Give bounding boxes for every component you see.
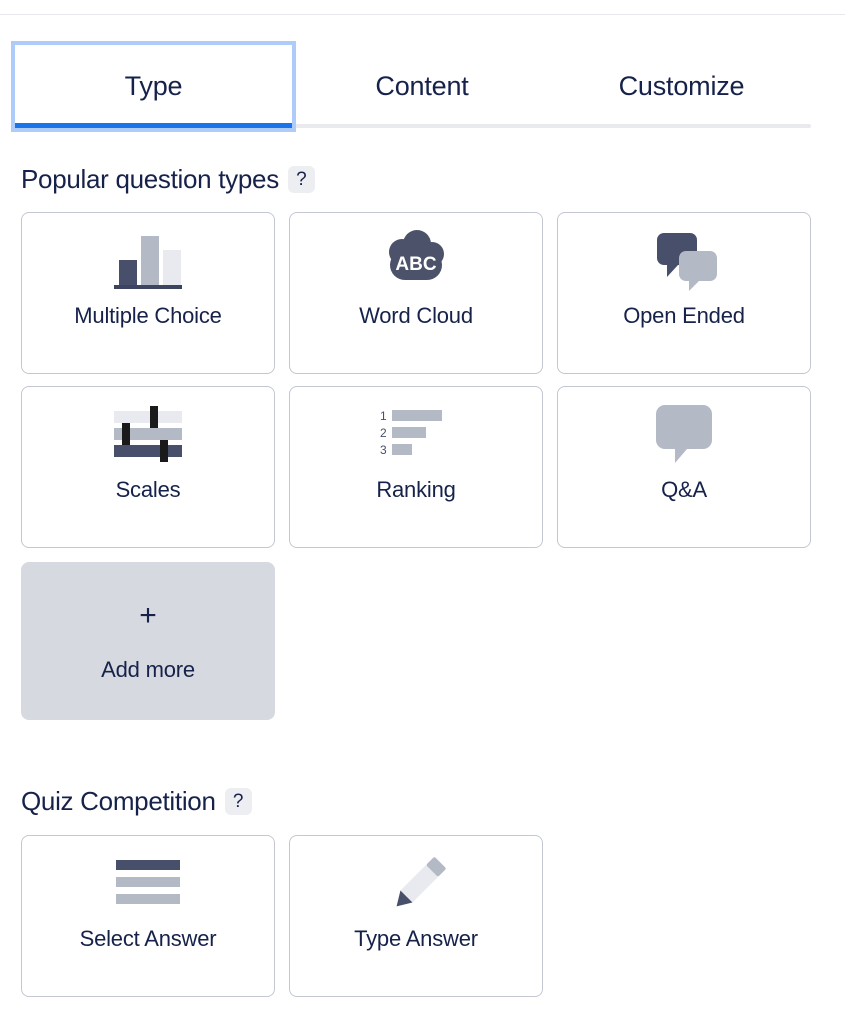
tab-bar: Type Content Customize	[15, 45, 811, 128]
sliders-icon	[22, 387, 274, 479]
tab-customize-label: Customize	[618, 71, 745, 101]
ranked-bars-icon: 1 2 3	[290, 387, 542, 479]
tab-type[interactable]: Type	[15, 45, 292, 128]
popular-question-types-heading: Popular question types ?	[21, 164, 315, 195]
card-scales[interactable]: Scales	[21, 386, 275, 548]
add-more-button[interactable]: + Add more	[21, 562, 275, 720]
card-label-select-answer: Select Answer	[79, 926, 217, 951]
cloud-abc-text: ABC	[395, 254, 436, 275]
ranking-number-3: 3	[380, 443, 387, 457]
tab-active-underline	[15, 123, 292, 128]
tab-type-label: Type	[124, 71, 183, 101]
top-divider	[0, 14, 845, 15]
card-label-word-cloud: Word Cloud	[359, 303, 473, 328]
popular-question-types-grid: Multiple Choice ABC Word Cloud Open Ende…	[21, 212, 811, 548]
card-label-open-ended: Open Ended	[623, 303, 745, 328]
ranking-number-2: 2	[380, 426, 387, 440]
question-type-picker-panel: Type Content Customize Popular question …	[0, 0, 845, 1030]
bar-chart-icon	[22, 213, 274, 305]
card-multiple-choice[interactable]: Multiple Choice	[21, 212, 275, 374]
two-speech-bubbles-icon	[558, 213, 810, 305]
ranking-number-1: 1	[380, 409, 387, 423]
quiz-competition-heading: Quiz Competition ?	[21, 786, 252, 817]
speech-bubble-icon	[558, 387, 810, 479]
tab-content[interactable]: Content	[292, 45, 552, 128]
section-title-popular: Popular question types	[21, 164, 279, 194]
plus-icon: +	[139, 599, 157, 632]
tab-customize[interactable]: Customize	[552, 45, 811, 128]
card-open-ended[interactable]: Open Ended	[557, 212, 811, 374]
add-more-label: Add more	[101, 657, 195, 682]
card-label-qa: Q&A	[661, 477, 707, 502]
quiz-competition-grid: Select Answer Type Answer	[21, 835, 543, 997]
card-label-scales: Scales	[115, 477, 181, 502]
card-select-answer[interactable]: Select Answer	[21, 835, 275, 997]
card-ranking[interactable]: 1 2 3 Ranking	[289, 386, 543, 548]
section-title-quiz: Quiz Competition	[21, 786, 216, 816]
card-word-cloud[interactable]: ABC Word Cloud	[289, 212, 543, 374]
card-type-answer[interactable]: Type Answer	[289, 835, 543, 997]
cloud-abc-icon: ABC	[290, 213, 542, 305]
help-icon-popular[interactable]: ?	[287, 166, 315, 193]
card-label-multiple-choice: Multiple Choice	[74, 303, 222, 328]
card-label-type-answer: Type Answer	[354, 926, 478, 951]
card-qa[interactable]: Q&A	[557, 386, 811, 548]
pencil-icon	[290, 836, 542, 928]
list-lines-icon	[22, 836, 274, 928]
tab-content-label: Content	[375, 71, 469, 101]
card-label-ranking: Ranking	[376, 477, 456, 502]
help-icon-quiz[interactable]: ?	[224, 788, 252, 815]
